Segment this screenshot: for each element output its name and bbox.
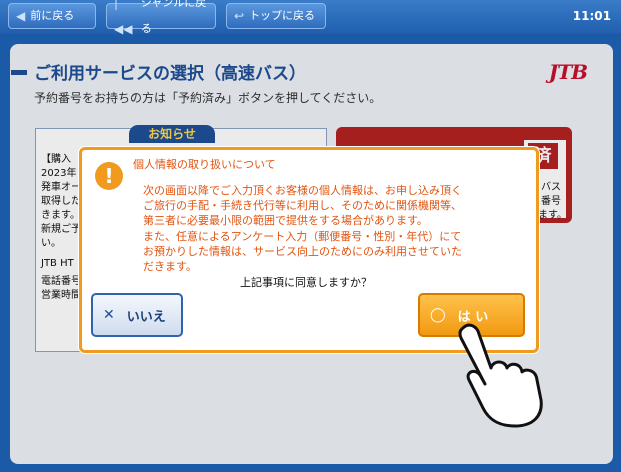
dialog-question: 上記事項に同意しますか？ [240,276,372,289]
warning-icon: ! [95,162,123,190]
dialog-body-line: 次の画面以降でご入力頂くお客様の個人情報は、お申し込み頂く [143,184,462,197]
genre-back-label: ジャンルに戻る [140,0,207,35]
triangle-left-icon: ◀ [16,9,26,23]
top-nav-bar: ◀ 前に戻る |◀◀ ジャンルに戻る ↩ トップに戻る 11:01 [0,0,621,36]
dialog-body-line: お預かりした情報は、サービス向上のためにのみ利用させていた [143,245,462,258]
return-arrow-icon: ↩ [234,9,245,23]
clock: 11:01 [572,9,611,23]
dialog-body-line: ご旅行の手配・手続き代行等に利用し、そのために関係機関等、 [143,199,462,212]
no-button[interactable]: ✕ いいえ [91,293,183,337]
no-button-label: いいえ [126,309,166,325]
cross-icon: ✕ [103,307,115,323]
back-button[interactable]: ◀ 前に戻る [8,3,96,29]
back-button-label: 前に戻る [30,9,75,22]
dialog-body-line: また、任意によるアンケート入力（郵便番号・性別・年代）にて [143,230,462,243]
genre-back-button[interactable]: |◀◀ ジャンルに戻る [106,0,216,36]
dialog-body-line: 第三者に必要最小限の範囲で提供をする場合があります。 [143,214,428,227]
dialog-body-line: だきます。 [143,260,197,273]
pointing-hand-icon [458,323,543,428]
top-back-button[interactable]: ↩ トップに戻る [226,3,326,29]
circle-icon: ◯ [430,307,446,323]
skip-back-icon: |◀◀ [114,0,133,36]
top-back-label: トップに戻る [249,9,316,22]
dialog-title: 個人情報の取り扱いについて [133,158,276,171]
